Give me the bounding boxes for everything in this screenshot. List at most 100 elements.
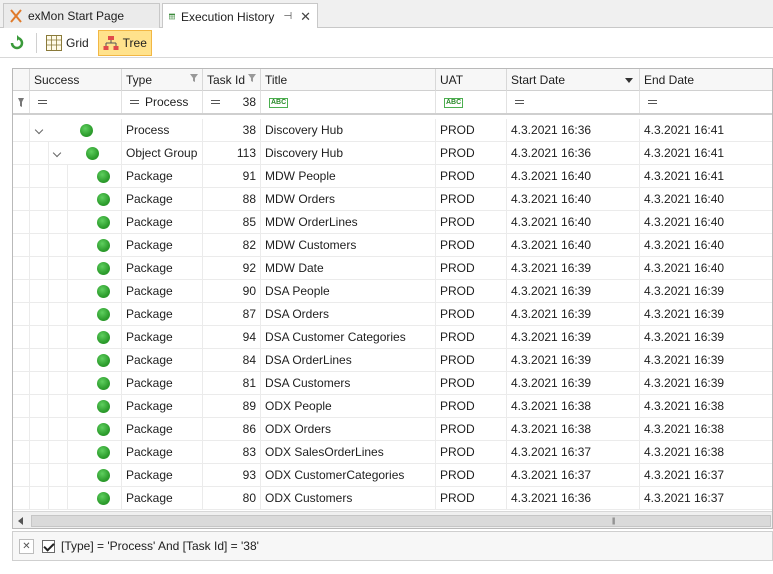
row-indicator-cell[interactable] xyxy=(13,211,30,234)
table-row[interactable]: Package 82 MDW Customers PROD 4.3.2021 16:40… xyxy=(13,234,772,257)
uat-cell[interactable]: PROD xyxy=(436,303,507,326)
start-date-cell[interactable]: 4.3.2021 16:38 xyxy=(507,418,640,441)
expand-chevron-icon[interactable] xyxy=(52,148,62,158)
end-date-cell[interactable]: 4.3.2021 16:38 xyxy=(640,418,772,441)
row-indicator-cell[interactable] xyxy=(13,418,30,441)
close-tab-icon[interactable]: ✕ xyxy=(300,9,311,25)
title-cell[interactable]: ODX CustomerCategories xyxy=(261,464,436,487)
uat-cell[interactable]: PROD xyxy=(436,211,507,234)
title-cell[interactable]: DSA Customer Categories xyxy=(261,326,436,349)
type-cell[interactable]: Package xyxy=(122,395,203,418)
uat-cell[interactable]: PROD xyxy=(436,326,507,349)
start-date-cell[interactable]: 4.3.2021 16:40 xyxy=(507,234,640,257)
title-cell[interactable]: DSA OrderLines xyxy=(261,349,436,372)
end-date-cell[interactable]: 4.3.2021 16:40 xyxy=(640,234,772,257)
uat-cell[interactable]: PROD xyxy=(436,395,507,418)
title-cell[interactable]: ODX Orders xyxy=(261,418,436,441)
title-cell[interactable]: MDW Date xyxy=(261,257,436,280)
task-id-cell[interactable]: 83 xyxy=(203,441,261,464)
start-date-cell[interactable]: 4.3.2021 16:36 xyxy=(507,487,640,510)
column-header-title[interactable]: Title xyxy=(261,69,436,91)
contains-operator-icon[interactable]: ABC xyxy=(269,97,289,108)
filter-cell-end-date[interactable] xyxy=(640,91,772,113)
task-id-cell[interactable]: 86 xyxy=(203,418,261,441)
equals-operator-icon[interactable] xyxy=(648,99,657,104)
end-date-cell[interactable]: 4.3.2021 16:37 xyxy=(640,487,772,510)
end-date-cell[interactable]: 4.3.2021 16:39 xyxy=(640,372,772,395)
uat-cell[interactable]: PROD xyxy=(436,280,507,303)
horizontal-scrollbar[interactable]: ||| xyxy=(13,511,772,528)
success-cell[interactable] xyxy=(30,372,122,395)
filter-cell-start-date[interactable] xyxy=(507,91,640,113)
end-date-cell[interactable]: 4.3.2021 16:40 xyxy=(640,211,772,234)
filter-cell-type[interactable]: Process xyxy=(122,91,203,113)
column-header-type[interactable]: Type xyxy=(122,69,203,91)
filter-cell-task-id[interactable]: 38 xyxy=(203,91,261,113)
task-id-cell[interactable]: 113 xyxy=(203,142,261,165)
title-cell[interactable]: DSA Orders xyxy=(261,303,436,326)
refresh-button[interactable] xyxy=(4,30,30,56)
success-cell[interactable] xyxy=(30,418,122,441)
uat-cell[interactable]: PROD xyxy=(436,257,507,280)
column-header-task-id[interactable]: Task Id xyxy=(203,69,261,91)
type-cell[interactable]: Package xyxy=(122,280,203,303)
type-cell[interactable]: Package xyxy=(122,257,203,280)
end-date-cell[interactable]: 4.3.2021 16:38 xyxy=(640,441,772,464)
column-header-end-date[interactable]: End Date xyxy=(640,69,772,91)
type-cell[interactable]: Package xyxy=(122,211,203,234)
type-cell[interactable]: Package xyxy=(122,349,203,372)
title-cell[interactable]: ODX SalesOrderLines xyxy=(261,441,436,464)
success-cell[interactable] xyxy=(30,119,122,142)
uat-cell[interactable]: PROD xyxy=(436,142,507,165)
title-cell[interactable]: DSA People xyxy=(261,280,436,303)
task-id-cell[interactable]: 81 xyxy=(203,372,261,395)
row-indicator-cell[interactable] xyxy=(13,441,30,464)
success-cell[interactable] xyxy=(30,441,122,464)
column-header-success[interactable]: Success xyxy=(30,69,122,91)
title-cell[interactable]: ODX Customers xyxy=(261,487,436,510)
row-indicator-cell[interactable] xyxy=(13,257,30,280)
end-date-cell[interactable]: 4.3.2021 16:39 xyxy=(640,326,772,349)
success-cell[interactable] xyxy=(30,487,122,510)
row-indicator-cell[interactable] xyxy=(13,487,30,510)
table-row[interactable]: Process 38 Discovery Hub PROD 4.3.2021 16:36… xyxy=(13,119,772,142)
type-cell[interactable]: Package xyxy=(122,464,203,487)
uat-cell[interactable]: PROD xyxy=(436,418,507,441)
filter-expression-link[interactable]: [Type] = 'Process' And [Task Id] = '38' xyxy=(61,539,259,553)
type-cell[interactable]: Package xyxy=(122,188,203,211)
task-id-cell[interactable]: 89 xyxy=(203,395,261,418)
table-row[interactable]: Package 84 DSA OrderLines PROD 4.3.2021 16:3… xyxy=(13,349,772,372)
table-row[interactable]: Package 86 ODX Orders PROD 4.3.2021 16:38 4.3… xyxy=(13,418,772,441)
uat-cell[interactable]: PROD xyxy=(436,119,507,142)
expand-chevron-icon[interactable] xyxy=(34,125,44,135)
start-date-cell[interactable]: 4.3.2021 16:39 xyxy=(507,303,640,326)
type-cell[interactable]: Process xyxy=(122,119,203,142)
table-row[interactable]: Package 85 MDW OrderLines PROD 4.3.2021 16:4… xyxy=(13,211,772,234)
filter-cell-title[interactable]: ABC xyxy=(261,91,436,113)
task-id-cell[interactable]: 80 xyxy=(203,487,261,510)
title-cell[interactable]: Discovery Hub xyxy=(261,119,436,142)
table-row[interactable]: Package 91 MDW People PROD 4.3.2021 16:40 4.3… xyxy=(13,165,772,188)
table-row[interactable]: Package 88 MDW Orders PROD 4.3.2021 16:40 4.3… xyxy=(13,188,772,211)
table-row[interactable]: Package 93 ODX CustomerCategories PROD 4.3.2… xyxy=(13,464,772,487)
filter-cell-success[interactable] xyxy=(30,91,122,113)
filter-cell-uat[interactable]: ABC xyxy=(436,91,507,113)
end-date-cell[interactable]: 4.3.2021 16:40 xyxy=(640,188,772,211)
start-date-cell[interactable]: 4.3.2021 16:38 xyxy=(507,395,640,418)
task-id-cell[interactable]: 92 xyxy=(203,257,261,280)
row-indicator-cell[interactable] xyxy=(13,303,30,326)
success-cell[interactable] xyxy=(30,349,122,372)
success-cell[interactable] xyxy=(30,326,122,349)
row-indicator-cell[interactable] xyxy=(13,395,30,418)
title-cell[interactable]: Discovery Hub xyxy=(261,142,436,165)
title-cell[interactable]: DSA Customers xyxy=(261,372,436,395)
success-cell[interactable] xyxy=(30,464,122,487)
filter-value-task-id[interactable]: 38 xyxy=(243,91,256,113)
end-date-cell[interactable]: 4.3.2021 16:39 xyxy=(640,303,772,326)
start-date-cell[interactable]: 4.3.2021 16:39 xyxy=(507,372,640,395)
success-cell[interactable] xyxy=(30,234,122,257)
start-date-cell[interactable]: 4.3.2021 16:39 xyxy=(507,257,640,280)
start-date-cell[interactable]: 4.3.2021 16:40 xyxy=(507,188,640,211)
clear-filter-button[interactable]: ✕ xyxy=(19,538,34,554)
equals-operator-icon[interactable] xyxy=(130,99,139,104)
